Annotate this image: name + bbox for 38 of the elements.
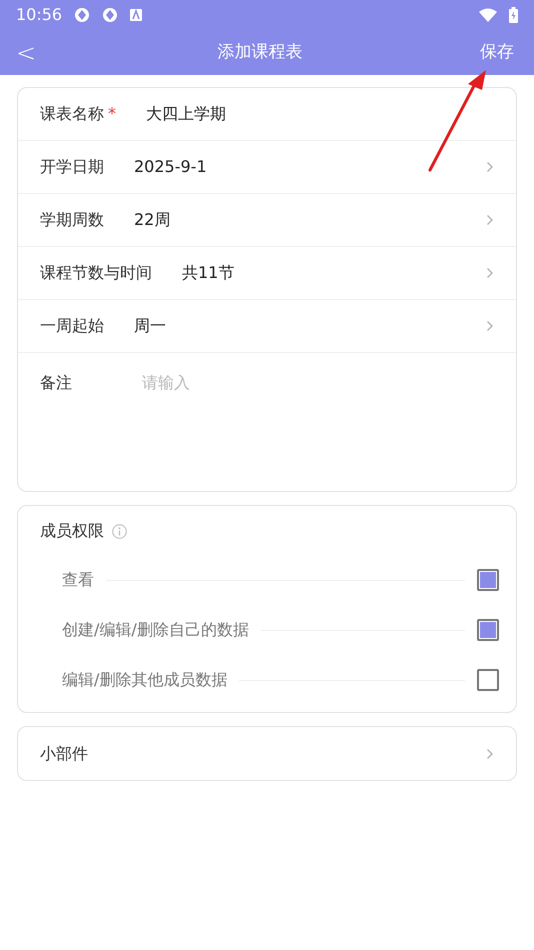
field-label: 一周起始 xyxy=(40,315,104,337)
field-value: 周一 xyxy=(134,315,167,337)
chevron-right-icon xyxy=(486,320,494,332)
select-row[interactable]: 学期周数 22周 xyxy=(18,194,516,247)
chevron-right-icon xyxy=(486,161,494,173)
row-label: 小部件 xyxy=(40,742,88,764)
checkbox[interactable] xyxy=(477,569,499,591)
section-title: 成员权限 xyxy=(40,520,104,542)
select-row[interactable]: 一周起始 周一 xyxy=(18,300,516,353)
select-row[interactable]: 开学日期 2025-9-1 xyxy=(18,141,516,194)
field-label: 课表名称 xyxy=(40,103,104,125)
app-notification-icon xyxy=(74,7,90,23)
remark-input[interactable]: 请输入 xyxy=(142,371,494,395)
status-time: 10:56 xyxy=(16,4,62,26)
field-value[interactable]: 大四上学期 xyxy=(146,102,494,126)
field-value: 22周 xyxy=(134,209,172,231)
permission-label: 编辑/删除其他成员数据 xyxy=(62,669,228,691)
field-value: 2025-9-1 xyxy=(134,156,208,178)
field-label: 开学日期 xyxy=(40,156,104,178)
checkbox[interactable] xyxy=(477,669,499,691)
battery-icon xyxy=(509,7,518,23)
wifi-icon xyxy=(479,8,497,22)
field-label: 课程节数与时间 xyxy=(40,262,152,284)
required-mark: * xyxy=(108,103,116,125)
field-value: 共11节 xyxy=(182,262,236,284)
chevron-right-icon xyxy=(486,267,494,279)
app-notification-icon xyxy=(102,7,118,23)
chevron-right-icon xyxy=(486,214,494,226)
permission-label: 查看 xyxy=(62,569,94,591)
field-label: 备注 xyxy=(40,372,72,394)
chevron-right-icon xyxy=(486,748,494,760)
widget-row[interactable]: 小部件 xyxy=(17,726,517,781)
checkbox[interactable] xyxy=(477,619,499,641)
keyboard-notification-icon xyxy=(130,9,142,21)
page-title: 添加课程表 xyxy=(218,40,302,64)
select-row[interactable]: 课程节数与时间 共11节 xyxy=(18,247,516,300)
permission-label: 创建/编辑/删除自己的数据 xyxy=(62,619,249,641)
field-label: 学期周数 xyxy=(40,209,104,231)
